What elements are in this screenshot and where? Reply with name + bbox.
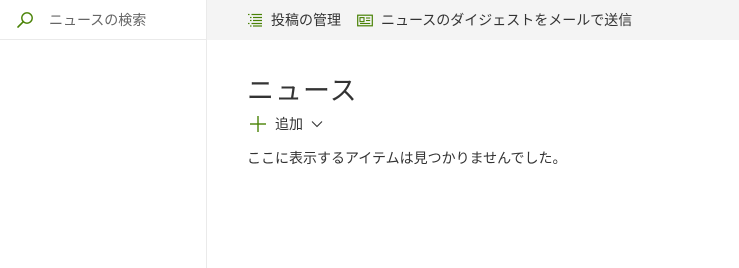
news-page: ニュースの検索 投稿の管理 ニュースのダイジェストをメールで送信 ニュース 追加… xyxy=(0,0,739,268)
chevron-down-icon[interactable] xyxy=(311,120,323,128)
page-title: ニュース xyxy=(247,76,358,107)
manage-posts-button[interactable]: 投稿の管理 xyxy=(247,10,341,30)
plus-icon xyxy=(249,115,267,133)
email-digest-button[interactable]: ニュースのダイジェストをメールで送信 xyxy=(357,10,632,30)
left-pane: ニュースの検索 xyxy=(0,0,207,268)
search-input[interactable]: ニュースの検索 xyxy=(49,10,146,30)
search-box[interactable]: ニュースの検索 xyxy=(0,0,206,40)
newspaper-icon xyxy=(357,14,381,27)
email-digest-label: ニュースのダイジェストをメールで送信 xyxy=(381,13,633,29)
list-icon xyxy=(247,13,271,27)
manage-posts-label: 投稿の管理 xyxy=(271,13,341,29)
search-icon xyxy=(16,11,34,29)
command-bar: 投稿の管理 ニュースのダイジェストをメールで送信 xyxy=(207,0,739,40)
main-content: ニュース 追加 ここに表示するアイテムは見つかりませんでした。 xyxy=(207,41,739,268)
empty-state-message: ここに表示するアイテムは見つかりませんでした。 xyxy=(247,151,567,167)
add-button[interactable]: 追加 xyxy=(249,114,323,134)
add-button-label: 追加 xyxy=(275,117,303,133)
